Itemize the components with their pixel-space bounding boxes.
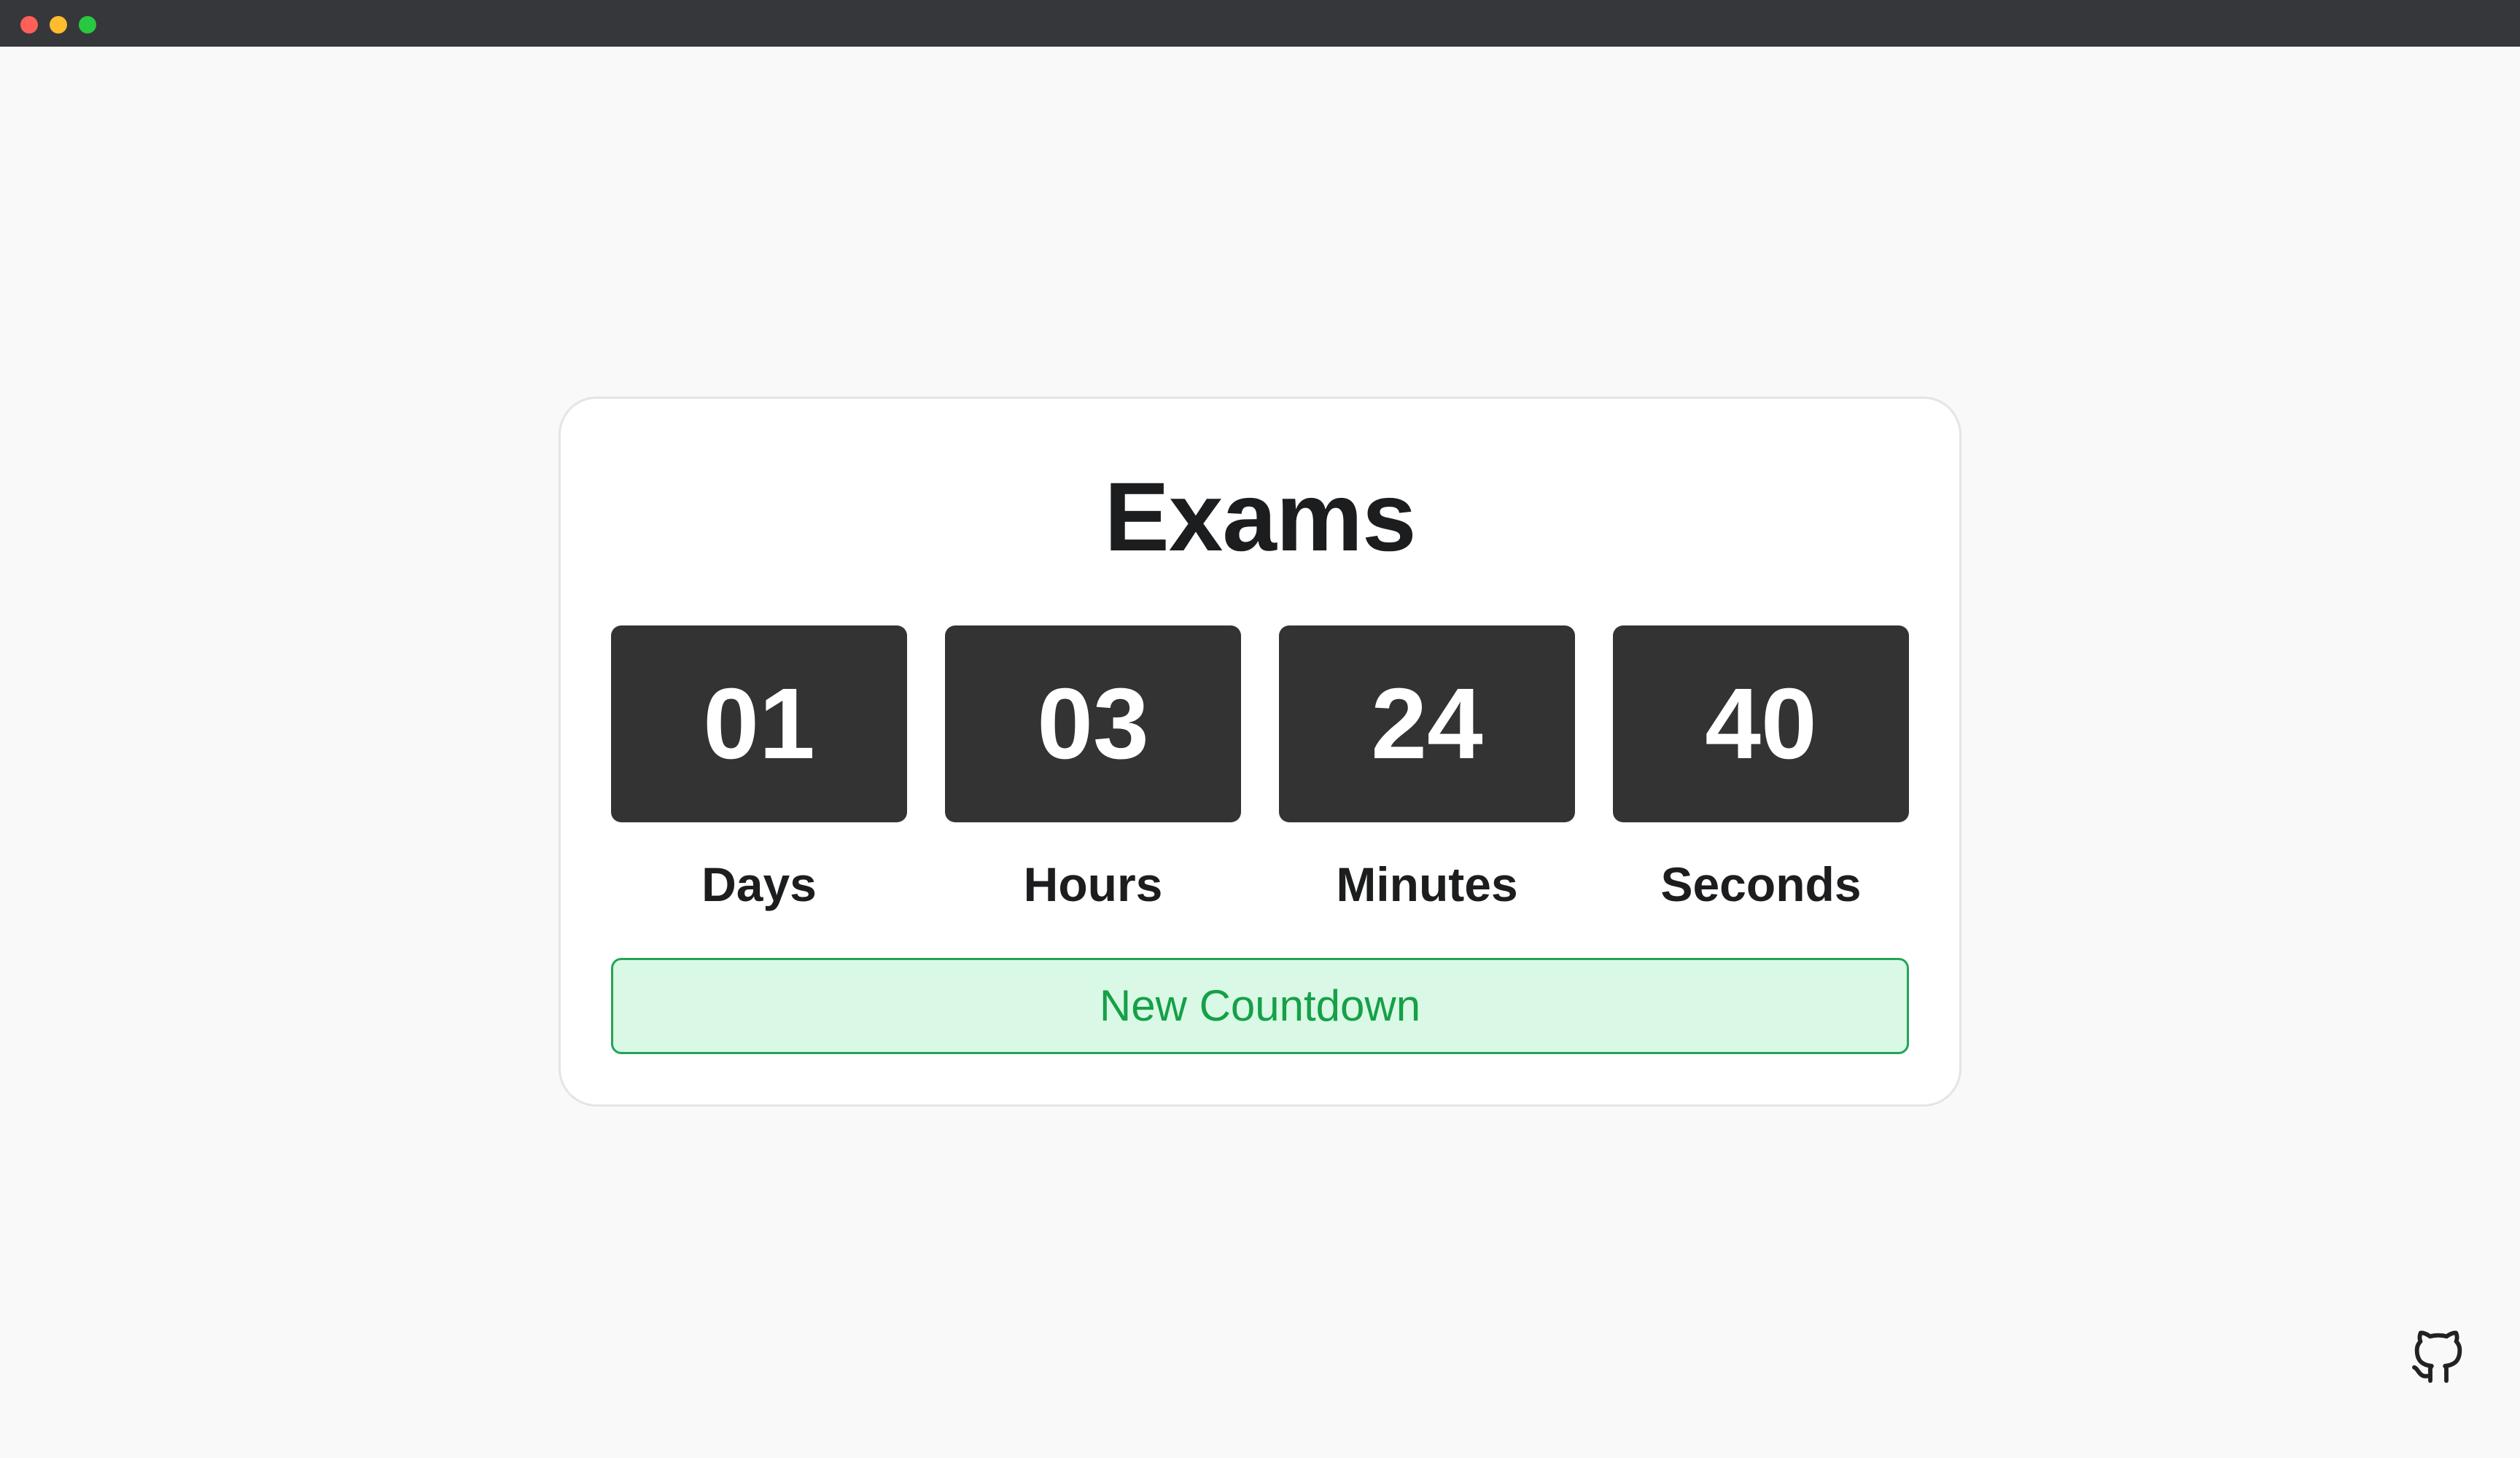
hours-label: Hours — [1023, 857, 1163, 911]
countdown-title: Exams — [1104, 463, 1416, 572]
window-maximize-button[interactable] — [79, 16, 96, 34]
hours-value-box: 03 — [945, 625, 1241, 822]
minutes-value-box: 24 — [1279, 625, 1575, 822]
window-minimize-button[interactable] — [50, 16, 67, 34]
window-close-button[interactable] — [20, 16, 38, 34]
window-titlebar — [0, 0, 2520, 47]
seconds-value-box: 40 — [1613, 625, 1909, 822]
seconds-label: Seconds — [1660, 857, 1862, 911]
new-countdown-button[interactable]: New Countdown — [611, 958, 1909, 1054]
days-label: Days — [701, 857, 817, 911]
days-value-box: 01 — [611, 625, 907, 822]
github-icon[interactable] — [2406, 1324, 2470, 1389]
minutes-label: Minutes — [1336, 857, 1518, 911]
